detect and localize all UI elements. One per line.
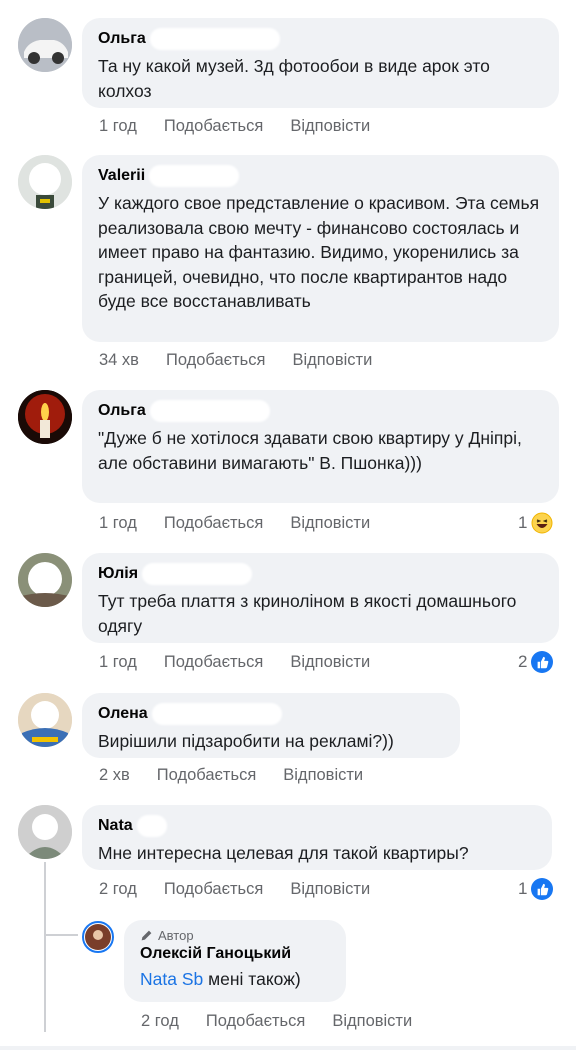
like-icon (531, 651, 554, 673)
comment-author[interactable]: Ольга (98, 29, 146, 49)
comment-actions: 2 хв Подобається Відповісти (99, 766, 390, 785)
reply-button[interactable]: Відповісти (332, 1012, 412, 1031)
like-button[interactable]: Подобається (164, 117, 263, 136)
avatar[interactable] (18, 18, 72, 72)
comment-author[interactable]: Valerii (98, 166, 145, 186)
author-badge-label: Автор (158, 928, 194, 943)
comment-bubble: Ольга "Дуже б не хотілося здавати свою к… (82, 390, 559, 503)
comment-time[interactable]: 2 хв (99, 766, 130, 785)
comment-actions: 1 год Подобається Відповісти (99, 653, 397, 672)
like-button[interactable]: Подобається (164, 514, 263, 533)
reaction-count: 2 (518, 652, 528, 671)
comment-bubble: Олена Вирішили підзаробити на рекламі?)) (82, 693, 460, 758)
comment-text: Мне интересна целевая для такой квартиры… (98, 843, 469, 863)
reply-text-body: мені також) (203, 969, 301, 989)
redacted-name (136, 815, 167, 837)
comment-author[interactable]: Олена (98, 704, 148, 724)
comment-author[interactable]: Ольга (98, 401, 146, 421)
comment-bubble: Nata Мне интересна целевая для такой ква… (82, 805, 552, 870)
redacted-name (142, 563, 253, 585)
bottom-divider (0, 1046, 576, 1050)
redacted-name (149, 28, 280, 50)
reply-button[interactable]: Відповісти (290, 514, 370, 533)
reply-actions: 2 год Подобається Відповісти (141, 1012, 439, 1031)
reply-button[interactable]: Відповісти (292, 351, 372, 370)
person-avatar-icon (18, 693, 72, 747)
thread-connector (44, 862, 46, 1032)
like-button[interactable]: Подобається (157, 766, 256, 785)
comment-bubble: Valerii У каждого свое представление о к… (82, 155, 559, 342)
comment-time[interactable]: 34 хв (99, 351, 139, 370)
reply-button[interactable]: Відповісти (290, 653, 370, 672)
avatar[interactable] (82, 921, 114, 953)
redacted-name (151, 703, 282, 725)
comment-time[interactable]: 2 год (99, 880, 137, 899)
comment-text: Вирішили підзаробити на рекламі?)) (98, 731, 394, 751)
reply-button[interactable]: Відповісти (283, 766, 363, 785)
car-avatar-icon (18, 18, 72, 72)
thread-connector (44, 934, 78, 936)
author-badge: Автор (140, 928, 330, 943)
like-button[interactable]: Подобається (206, 1012, 305, 1031)
comment-time[interactable]: 1 год (99, 117, 137, 136)
comment-time[interactable]: 1 год (99, 653, 137, 672)
reply-text: Nata Sb мені також) (140, 967, 330, 992)
person-avatar-icon (18, 805, 72, 859)
avatar[interactable] (18, 553, 72, 607)
reaction-count: 1 (518, 879, 528, 898)
comment-bubble: Юлія Тут треба плаття з криноліном в яко… (82, 553, 559, 643)
avatar[interactable] (18, 390, 72, 444)
reaction-summary[interactable]: 1 (518, 878, 554, 900)
redacted-name (149, 400, 270, 422)
reply-bubble: Автор Олексій Ганоцький Nata Sb мені так… (124, 920, 346, 1002)
reaction-count: 1 (518, 513, 528, 532)
comment-time[interactable]: 2 год (141, 1012, 179, 1031)
avatar[interactable] (18, 155, 72, 209)
like-button[interactable]: Подобається (166, 351, 265, 370)
redacted-name (149, 165, 240, 187)
comment-actions: 1 год Подобається Відповісти (99, 117, 397, 136)
comment-text: Та ну какой музей. 3д фотообои в виде ар… (98, 56, 490, 101)
comment-text: "Дуже б не хотілося здавати свою квартир… (98, 428, 522, 473)
like-icon (531, 878, 554, 900)
reply-author[interactable]: Олексій Ганоцький (140, 944, 330, 964)
pencil-icon (141, 930, 152, 941)
reaction-summary[interactable]: 2 (518, 651, 554, 673)
like-button[interactable]: Подобається (164, 880, 263, 899)
avatar[interactable] (18, 693, 72, 747)
reaction-summary[interactable]: 1 (518, 512, 553, 534)
haha-icon (531, 512, 553, 534)
avatar[interactable] (18, 805, 72, 859)
reply-button[interactable]: Відповісти (290, 117, 370, 136)
candle-avatar-icon (18, 390, 72, 444)
comment-author[interactable]: Юлія (98, 564, 138, 584)
person-avatar-icon (18, 155, 72, 209)
comment-actions: 34 хв Подобається Відповісти (99, 351, 399, 370)
comment-actions: 2 год Подобається Відповісти (99, 880, 397, 899)
comment-author[interactable]: Nata (98, 816, 133, 836)
comment-time[interactable]: 1 год (99, 514, 137, 533)
person-avatar-icon (85, 924, 111, 950)
comment-actions: 1 год Подобається Відповісти (99, 514, 397, 533)
person-avatar-icon (18, 553, 72, 607)
comment-text: Тут треба плаття з криноліном в якості д… (98, 591, 517, 636)
comment-text: У каждого свое представление о красивом.… (98, 193, 540, 311)
comment-bubble: Ольга Та ну какой музей. 3д фотообои в в… (82, 18, 559, 108)
reply-button[interactable]: Відповісти (290, 880, 370, 899)
mention-link[interactable]: Nata Sb (140, 969, 203, 989)
like-button[interactable]: Подобається (164, 653, 263, 672)
